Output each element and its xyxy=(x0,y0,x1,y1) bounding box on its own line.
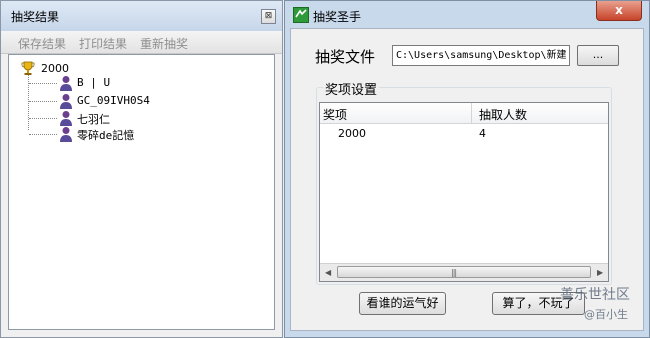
winner-name: B | U xyxy=(77,76,111,89)
tree-connector xyxy=(29,134,57,135)
horizontal-scrollbar[interactable]: ◀ ||| ▶ xyxy=(320,263,608,281)
trophy-icon xyxy=(21,61,35,75)
group-label: 奖项设置 xyxy=(323,79,380,98)
prize-list[interactable]: 奖项 抽取人数 2000 4 ◀ ||| ▶ xyxy=(319,102,609,282)
user-icon xyxy=(60,76,72,91)
column-header-count[interactable]: 抽取人数 xyxy=(479,106,527,123)
user-icon xyxy=(60,94,72,109)
count-cell: 4 xyxy=(479,127,486,140)
draw-button[interactable]: 看谁的运气好 xyxy=(359,292,446,315)
watermark-author: @百小生 xyxy=(584,308,628,321)
tree-connector xyxy=(29,118,57,119)
main-window-title: 抽奖圣手 xyxy=(313,10,362,24)
scroll-thumb[interactable]: ||| xyxy=(337,266,591,278)
scroll-right-icon[interactable]: ▶ xyxy=(597,268,603,277)
app-icon xyxy=(293,7,309,23)
prize-settings-group: 奖项设置 奖项 抽取人数 2000 4 ◀ ||| ▶ xyxy=(316,79,612,285)
close-icon: x xyxy=(615,3,623,17)
results-titlebar[interactable]: 抽奖结果 ⊠ xyxy=(1,1,282,31)
column-header-prize[interactable]: 奖项 xyxy=(323,106,347,123)
results-tree[interactable]: 2000 B | U GC_09IVH0S4 七羽仁 零碎de記憶 xyxy=(8,54,275,330)
watermark-site: 善乐世社区 xyxy=(560,287,630,303)
tree-root-label: 2000 xyxy=(41,62,69,75)
list-header: 奖项 抽取人数 xyxy=(320,103,608,124)
results-menubar: 保存结果 打印结果 重新抽奖 xyxy=(1,31,282,54)
results-close-button[interactable]: ⊠ xyxy=(261,9,276,24)
scroll-left-icon[interactable]: ◀ xyxy=(325,268,331,277)
results-window: 抽奖结果 ⊠ 保存结果 打印结果 重新抽奖 2000 B | U GC_09IV… xyxy=(0,0,283,338)
user-icon xyxy=(60,127,72,142)
results-window-title: 抽奖结果 xyxy=(11,10,60,24)
prize-cell: 2000 xyxy=(338,127,366,140)
menu-save-results[interactable]: 保存结果 xyxy=(18,35,66,52)
winner-name: 零碎de記憶 xyxy=(77,129,135,142)
winner-name: 七羽仁 xyxy=(77,113,110,126)
browse-button[interactable]: ... xyxy=(577,45,619,66)
menu-redraw[interactable]: 重新抽奖 xyxy=(140,35,188,52)
column-divider[interactable] xyxy=(471,103,472,123)
tree-connector xyxy=(29,101,57,102)
file-label: 抽奖文件 xyxy=(315,48,376,66)
main-close-button[interactable]: x xyxy=(596,1,642,21)
tree-connector xyxy=(29,83,57,84)
grip-icon: ||| xyxy=(451,268,457,277)
file-path-field[interactable]: C:\Users\samsung\Desktop\新建 xyxy=(392,45,570,66)
winner-name: GC_09IVH0S4 xyxy=(77,94,150,107)
list-item[interactable]: 2000 4 xyxy=(320,126,608,142)
user-icon xyxy=(60,111,72,126)
menu-print-results[interactable]: 打印结果 xyxy=(79,35,127,52)
close-icon: ⊠ xyxy=(264,11,273,21)
